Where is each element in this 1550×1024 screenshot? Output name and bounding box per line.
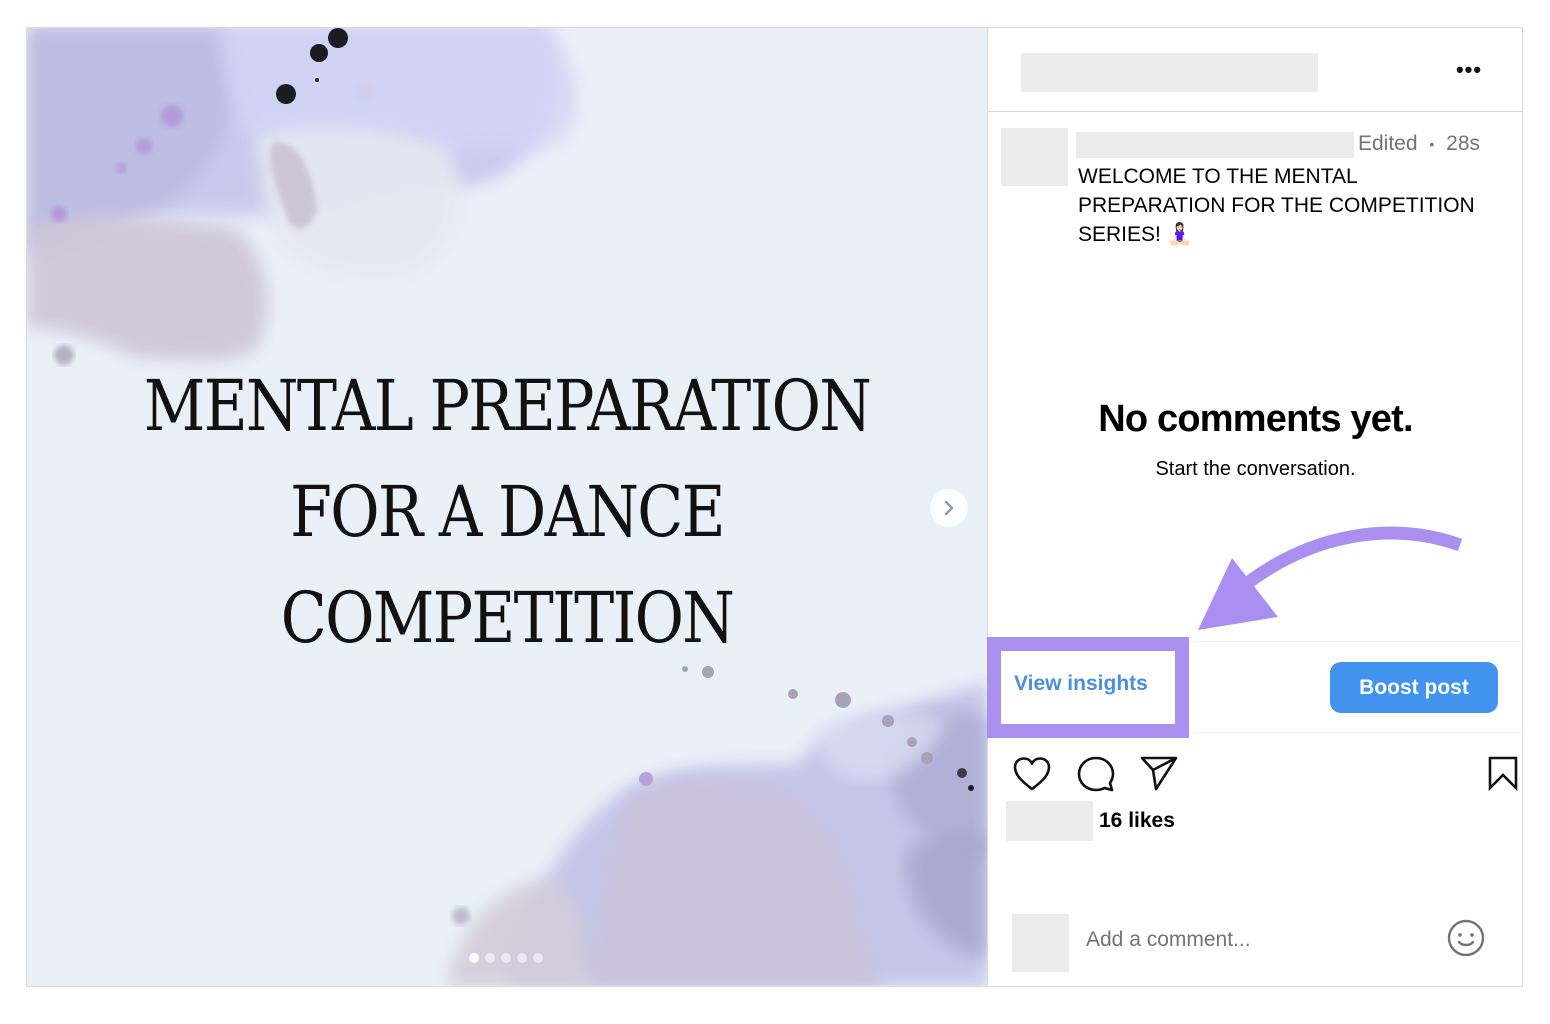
no-comments-title: No comments yet. [1098, 398, 1413, 440]
heart-icon [1013, 757, 1051, 791]
redacted-avatar [1001, 128, 1068, 186]
redacted-liker-avatars [1006, 801, 1093, 841]
share-icon [1140, 756, 1178, 791]
instagram-post: MENTAL PREPARATION FOR A DANCE COMPETITI… [26, 27, 1523, 987]
caption-meta: Edited • 28s [1358, 132, 1480, 156]
comment-button[interactable] [1076, 755, 1116, 796]
slide-title-line: MENTAL PREPARATION [143, 365, 872, 447]
meta-separator: • [1429, 136, 1435, 153]
carousel-dot-active [469, 953, 479, 963]
edited-label: Edited [1358, 132, 1418, 155]
post-side-panel: ••• Edited • 28s WELCOME TO THE MENTAL P… [988, 28, 1523, 986]
slide-title-line: FOR A DANCE [290, 471, 725, 553]
post-media-carousel[interactable]: MENTAL PREPARATION FOR A DANCE COMPETITI… [27, 28, 988, 986]
redacted-caption-username [1076, 132, 1354, 158]
carousel-indicator [469, 953, 543, 963]
comment-icon [1077, 756, 1115, 792]
share-button[interactable] [1140, 755, 1178, 794]
bookmark-icon [1488, 756, 1518, 792]
emoji-picker-button[interactable] [1446, 918, 1486, 961]
slide-title: MENTAL PREPARATION FOR A DANCE COMPETITI… [94, 353, 920, 671]
smiley-icon [1447, 919, 1485, 957]
boost-post-button[interactable]: Boost post [1330, 662, 1498, 713]
like-button[interactable] [1012, 756, 1052, 795]
redacted-commenter-avatar [1012, 914, 1069, 972]
carousel-dot [501, 953, 511, 963]
carousel-dot [533, 953, 543, 963]
redacted-username [1021, 53, 1318, 92]
view-insights-button[interactable]: View insights [1014, 672, 1148, 696]
no-comments-subtitle: Start the conversation. [1155, 458, 1356, 480]
save-button[interactable] [1487, 755, 1519, 794]
carousel-next-button[interactable] [930, 489, 968, 527]
post-header: ••• [988, 28, 1523, 112]
carousel-dot [517, 953, 527, 963]
add-comment-input[interactable] [1084, 922, 1418, 958]
slide-title-line: COMPETITION [280, 577, 735, 659]
carousel-dot [485, 953, 495, 963]
add-comment-box [988, 896, 1523, 986]
more-options-button[interactable]: ••• [1452, 56, 1486, 84]
caption-text: WELCOME TO THE MENTAL PREPARATION FOR TH… [1078, 165, 1475, 246]
more-horizontal-icon: ••• [1455, 57, 1483, 82]
chevron-right-icon [944, 500, 954, 516]
post-timestamp[interactable]: 28s [1446, 132, 1480, 155]
likes-count[interactable]: 16 likes [1099, 809, 1175, 833]
insights-boost-row: View insights Boost post [988, 641, 1523, 733]
